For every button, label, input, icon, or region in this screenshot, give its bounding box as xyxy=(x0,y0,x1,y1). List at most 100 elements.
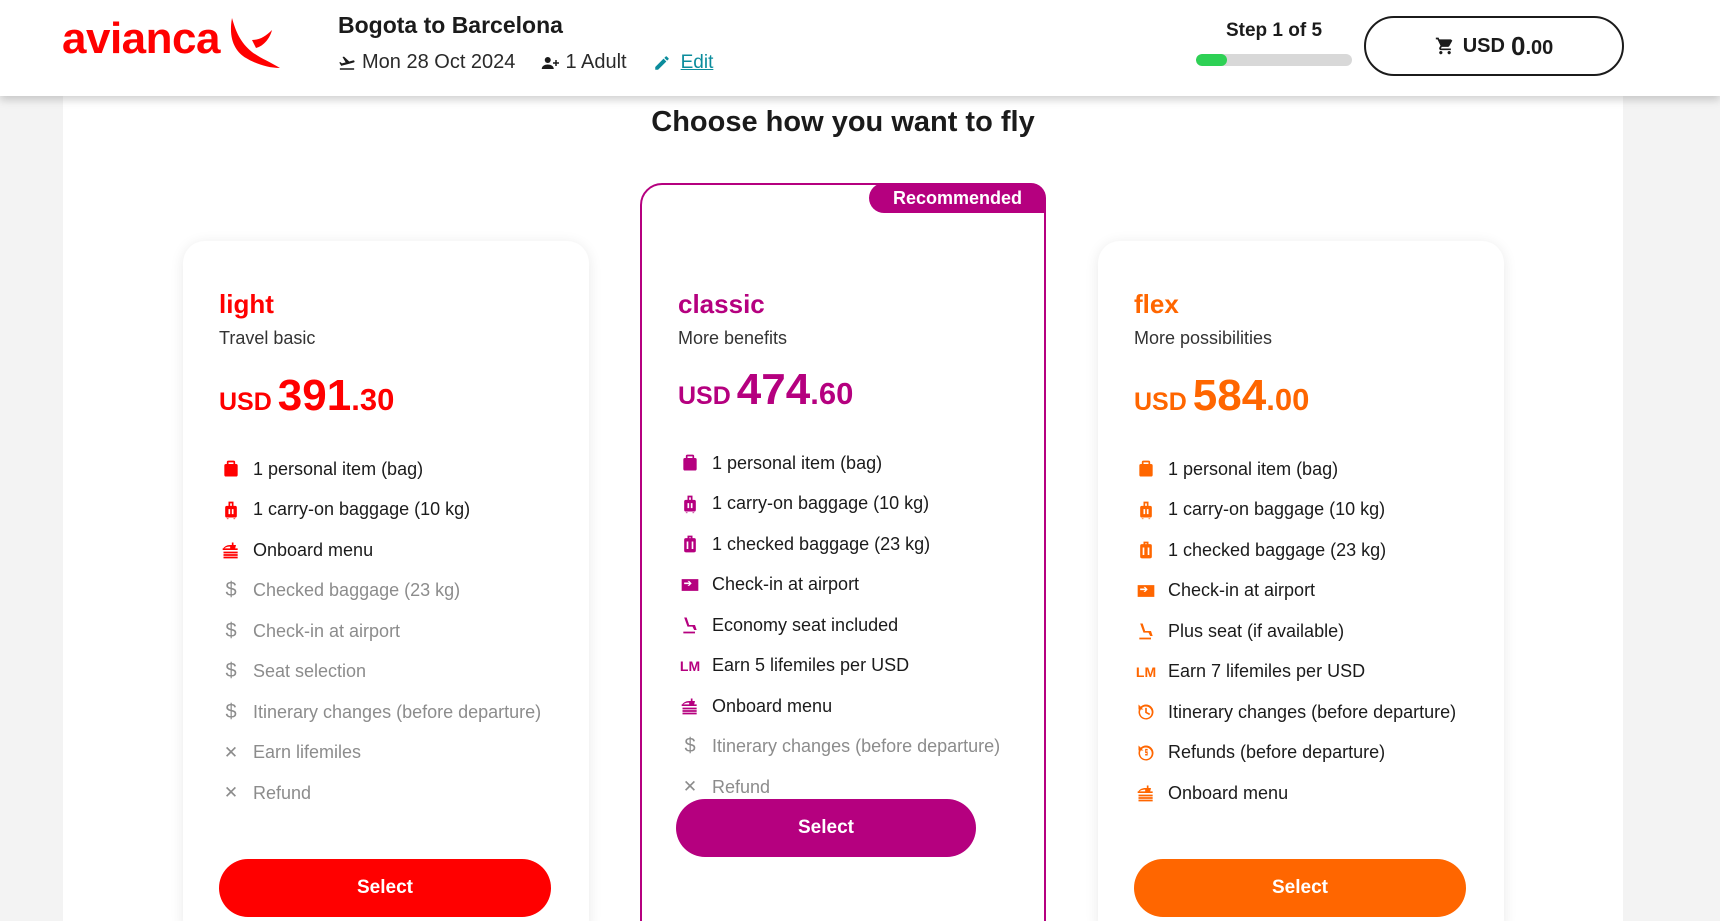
lm-icon: LM xyxy=(1135,663,1157,680)
feature-text: Onboard menu xyxy=(1168,782,1289,803)
feature-item: Check-in at airport xyxy=(678,565,1024,606)
fare-name: light xyxy=(219,289,274,319)
top-header: avianca Bogota to Barcelona Mon 28 Oct 2… xyxy=(0,0,1720,96)
feature-item: Plus seat (if available) xyxy=(1134,611,1484,652)
recommended-badge: Recommended xyxy=(868,183,1046,213)
feature-text: 1 personal item (bag) xyxy=(1168,458,1339,479)
dollar-icon: $ xyxy=(225,579,237,602)
feature-text: Checked baggage (23 kg) xyxy=(253,580,461,601)
bird-logo-icon xyxy=(230,18,280,68)
feature-text: Itinerary changes (before departure) xyxy=(712,736,1001,757)
x-icon: ✕ xyxy=(223,742,239,762)
fare-name: classic xyxy=(678,289,765,319)
feature-text: Earn 7 lifemiles per USD xyxy=(1168,661,1366,682)
feature-text: Refund xyxy=(253,782,312,803)
menu-icon xyxy=(678,694,702,718)
feature-item: Itinerary changes (before departure) xyxy=(1134,692,1484,733)
feature-text: Earn 5 lifemiles per USD xyxy=(712,655,910,676)
feature-item: 1 personal item (bag) xyxy=(1134,449,1484,490)
date-text: Mon 28 Oct 2024 xyxy=(362,51,516,73)
feature-text: Check-in at airport xyxy=(253,620,401,641)
cart-button[interactable]: USD 0 .00 xyxy=(1364,16,1624,76)
menu-icon xyxy=(1134,781,1158,805)
dollar-icon: $ xyxy=(225,660,237,683)
feature-item: LM Earn 5 lifemiles per USD xyxy=(678,646,1024,687)
carry-on-icon xyxy=(219,498,243,522)
feature-text: 1 carry-on baggage (10 kg) xyxy=(253,499,471,520)
feature-item: 1 checked baggage (23 kg) xyxy=(1134,530,1484,571)
bag-icon xyxy=(219,457,243,481)
fare-price: USD 391 .30 xyxy=(219,371,569,421)
checked-bag-icon xyxy=(678,532,702,556)
edit-trip[interactable]: Edit xyxy=(653,52,714,74)
cart-icon xyxy=(1435,37,1453,55)
avianca-logo[interactable]: avianca xyxy=(62,14,282,74)
page-title: Choose how you want to fly xyxy=(651,106,1035,138)
feature-item: $ Check-in at airport xyxy=(219,611,569,652)
cart-amount-decimals: .00 xyxy=(1525,36,1554,59)
fare-features: 1 personal item (bag) 1 carry-on baggage … xyxy=(1134,449,1484,814)
feature-item: Onboard menu xyxy=(219,530,569,571)
fare-card-light: light Travel basic USD 391 .30 1 persona… xyxy=(183,241,589,921)
feature-item: 1 carry-on baggage (10 kg) xyxy=(219,490,569,531)
passenger-icon xyxy=(542,56,560,69)
feature-item: Refunds (before departure) xyxy=(1134,733,1484,774)
refund-icon xyxy=(1134,741,1158,765)
feature-text: Earn lifemiles xyxy=(253,742,362,763)
feature-text: Onboard menu xyxy=(253,539,374,560)
trip-passengers: 1 Adult xyxy=(541,51,627,74)
feature-item: $ Itinerary changes (before departure) xyxy=(678,727,1024,768)
fare-name: flex xyxy=(1134,289,1179,319)
passengers-text: 1 Adult xyxy=(565,51,627,73)
feature-item: 1 personal item (bag) xyxy=(219,449,569,490)
feature-item: 1 personal item (bag) xyxy=(678,443,1024,484)
feature-item: Onboard menu xyxy=(1134,773,1484,814)
feature-text: 1 checked baggage (23 kg) xyxy=(712,533,931,554)
step-label: Step 1 of 5 xyxy=(1225,20,1323,41)
trip-title: Bogota to Barcelona xyxy=(338,12,563,38)
price-decimals: .30 xyxy=(351,382,395,417)
fare-features: 1 personal item (bag) 1 carry-on baggage … xyxy=(219,449,569,814)
feature-text: Check-in at airport xyxy=(1168,580,1316,601)
seat-icon xyxy=(678,613,702,637)
x-icon: ✕ xyxy=(682,777,698,797)
price-decimals: .00 xyxy=(1266,382,1310,417)
edit-link[interactable]: Edit xyxy=(681,52,714,74)
feature-text: Economy seat included xyxy=(712,614,899,635)
fare-selection-panel: Choose how you want to fly light Travel … xyxy=(63,96,1623,921)
feature-item: 1 checked baggage (23 kg) xyxy=(678,524,1024,565)
feature-text: 1 carry-on baggage (10 kg) xyxy=(1168,499,1386,520)
fare-price: USD 474 .60 xyxy=(678,365,1024,415)
cart-amount: 0 xyxy=(1510,30,1526,61)
feature-text: Plus seat (if available) xyxy=(1168,620,1345,641)
feature-item: ✕ Earn lifemiles xyxy=(219,733,569,774)
fare-subtitle: More benefits xyxy=(678,328,788,348)
fare-subtitle: More possibilities xyxy=(1134,328,1273,348)
select-light-button[interactable]: Select xyxy=(219,859,551,917)
select-classic-button[interactable]: Select xyxy=(676,799,976,857)
feature-item: Check-in at airport xyxy=(1134,571,1484,612)
cart-currency: USD xyxy=(1462,34,1505,57)
feature-text: Check-in at airport xyxy=(712,574,860,595)
ticket-icon xyxy=(1134,579,1158,603)
x-icon: ✕ xyxy=(223,783,239,803)
fare-card-flex: flex More possibilities USD 584 .00 1 pe… xyxy=(1098,241,1504,921)
fare-features: 1 personal item (bag) 1 carry-on baggage … xyxy=(678,443,1024,808)
price-currency: USD xyxy=(1134,388,1187,416)
feature-item: 1 carry-on baggage (10 kg) xyxy=(678,484,1024,525)
dollar-icon: $ xyxy=(684,735,696,758)
trip-date: Mon 28 Oct 2024 xyxy=(338,51,515,74)
feature-text: Itinerary changes (before departure) xyxy=(1168,701,1457,722)
price-amount: 391 xyxy=(277,371,352,420)
select-flex-button[interactable]: Select xyxy=(1134,859,1466,917)
feature-text: 1 personal item (bag) xyxy=(253,458,424,479)
pencil-icon xyxy=(654,55,669,70)
dollar-icon: $ xyxy=(225,619,237,642)
feature-item: $ Itinerary changes (before departure) xyxy=(219,692,569,733)
fare-price: USD 584 .00 xyxy=(1134,371,1484,421)
lm-icon: LM xyxy=(679,657,701,674)
fare-subtitle: Travel basic xyxy=(219,328,316,348)
carry-on-icon xyxy=(678,492,702,516)
feature-item: $ Seat selection xyxy=(219,652,569,693)
price-amount: 584 xyxy=(1192,371,1267,420)
